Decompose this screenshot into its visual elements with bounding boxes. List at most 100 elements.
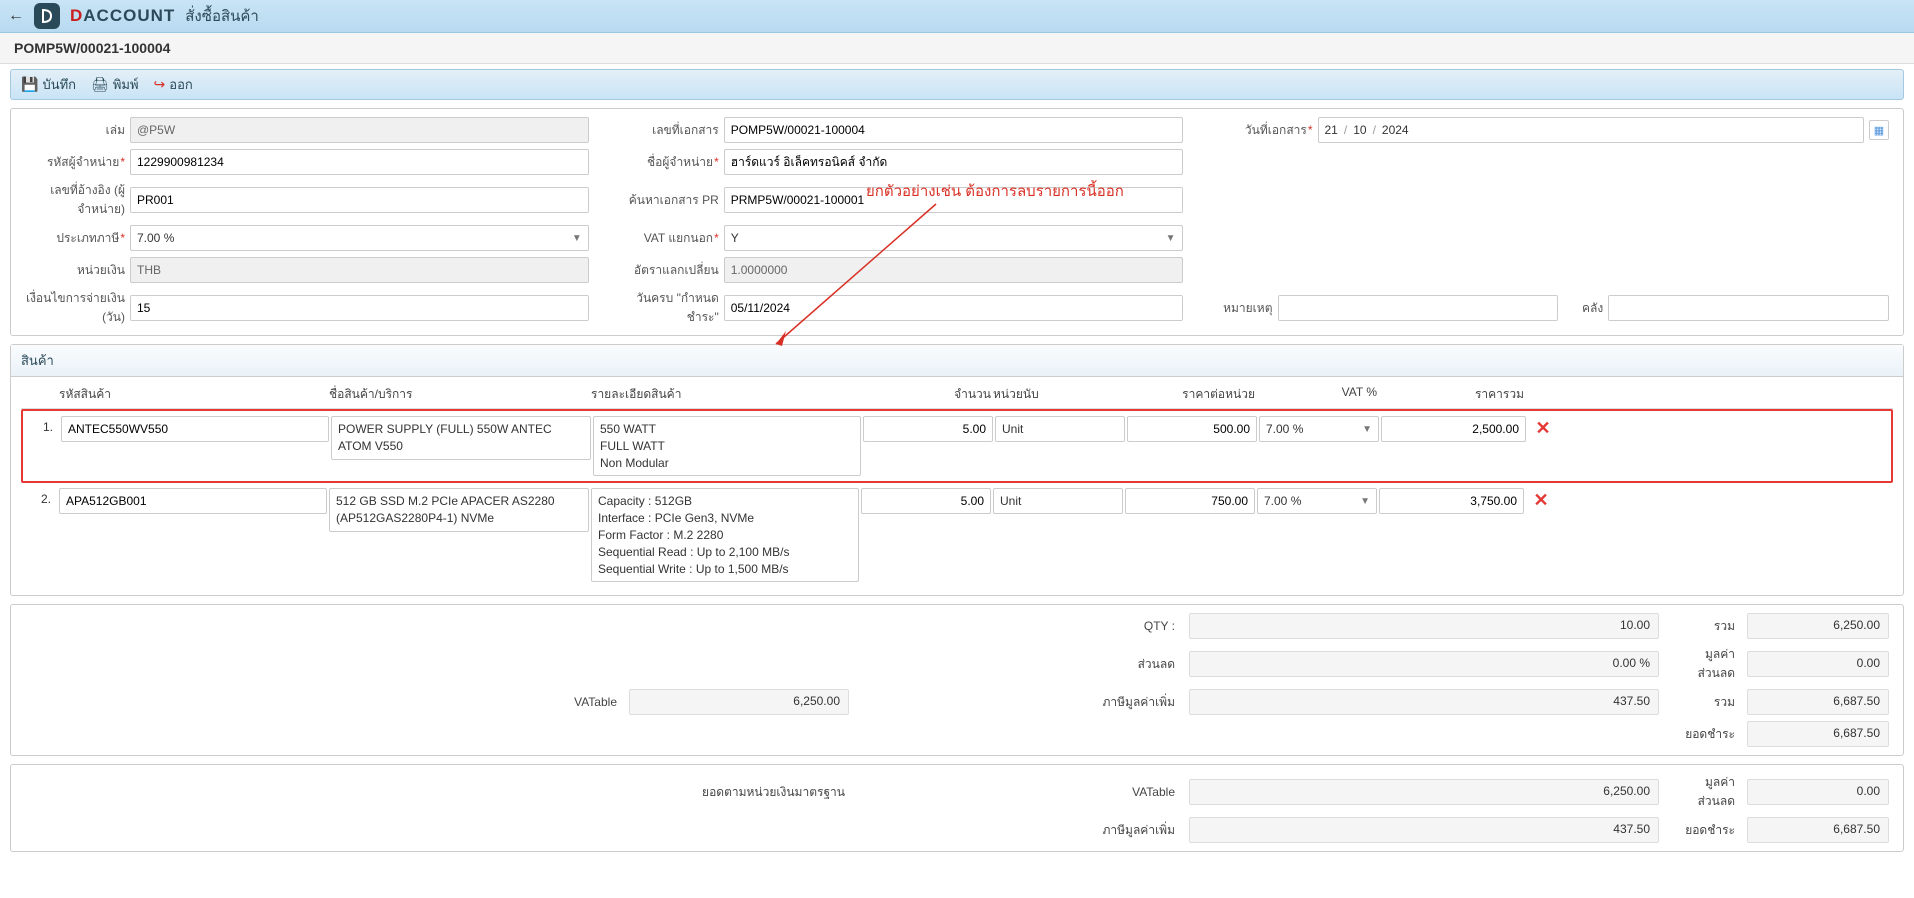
book-input <box>130 117 589 143</box>
item-vat-select[interactable]: 7.00 %▼ <box>1257 488 1377 514</box>
vatable2-value: 6,250.00 <box>1189 779 1659 805</box>
item-name[interactable]: POWER SUPPLY (FULL) 550W ANTEC ATOM V550 <box>331 416 591 460</box>
vendorcode-label: รหัสผู้จำหน่าย <box>25 153 125 172</box>
docdate-label: วันที่เอกสาร <box>1213 121 1313 140</box>
print-button[interactable]: 🖨 พิมพ์ <box>91 74 139 95</box>
due-input[interactable] <box>724 295 1183 321</box>
items-panel: สินค้า รหัสสินค้า ชื่อสินค้า/บริการ รายล… <box>10 344 1904 596</box>
totals-panel-2: ยอดตามหน่วยเงินมาตรฐาน VATable 6,250.00 … <box>10 764 1904 852</box>
app-logo-icon <box>34 3 60 29</box>
warehouse-label: คลัง <box>1563 299 1603 318</box>
document-id: POMP5W/00021-100004 <box>0 33 1914 64</box>
item-name[interactable]: 512 GB SSD M.2 PCIe APACER AS2280 (AP512… <box>329 488 589 532</box>
th-unitprice: ราคาต่อหน่วย <box>1125 385 1255 404</box>
currency-label: หน่วยเงิน <box>25 261 125 280</box>
items-section-title: สินค้า <box>11 345 1903 377</box>
form-panel: ยกตัวอย่างเช่น ต้องการลบรายการนี้ออก เล่… <box>10 108 1904 336</box>
discount-label: ส่วนลด <box>859 655 1179 674</box>
due2-label: ยอดชำระ <box>1669 821 1739 840</box>
page-title: สั่งซื้อสินค้า <box>185 4 259 28</box>
item-qty-input[interactable] <box>863 416 993 442</box>
print-icon: 🖨 <box>91 76 109 93</box>
vatout-label: VAT แยกนอก <box>619 229 719 248</box>
brand-name: DACCOUNT <box>70 6 175 26</box>
sum-value: 6,250.00 <box>1747 613 1889 639</box>
note-input[interactable] <box>1278 295 1559 321</box>
item-detail[interactable]: Capacity : 512GB Interface : PCIe Gen3, … <box>591 488 859 582</box>
pr-label: ค้นหาเอกสาร PR <box>619 191 719 210</box>
annotation-text: ยกตัวอย่างเช่น ต้องการลบรายการนี้ออก <box>866 179 1124 203</box>
item-row: 1. POWER SUPPLY (FULL) 550W ANTEC ATOM V… <box>21 409 1893 483</box>
discount-amt-label: มูลค่าส่วนลด <box>1669 645 1739 683</box>
vat2-label: ภาษีมูลค่าเพิ่ม <box>859 821 1179 840</box>
discount-value: 0.00 % <box>1189 651 1659 677</box>
app-header: ← DACCOUNT สั่งซื้อสินค้า <box>0 0 1914 33</box>
calendar-icon[interactable]: ▦ <box>1869 120 1889 140</box>
vatadd-label: ภาษีมูลค่าเพิ่ม <box>859 693 1179 712</box>
note-label: หมายเหตุ <box>1213 299 1273 318</box>
toolbar: 💾 บันทึก 🖨 พิมพ์ ↪ ออก <box>10 69 1904 100</box>
caret-down-icon: ▼ <box>1360 496 1370 507</box>
warehouse-input[interactable] <box>1608 295 1889 321</box>
item-qty-input[interactable] <box>861 488 991 514</box>
item-total-input[interactable] <box>1379 488 1524 514</box>
vendorname-input[interactable] <box>724 149 1183 175</box>
rate-label: อัตราแลกเปลี่ยน <box>619 261 719 280</box>
item-num: 2. <box>21 488 57 506</box>
back-icon[interactable]: ← <box>8 7 24 25</box>
taxtype-select[interactable]: 7.00 %▼ <box>130 225 589 251</box>
terms-input[interactable] <box>130 295 589 321</box>
vatadd-value: 437.50 <box>1189 689 1659 715</box>
item-row: 2. 512 GB SSD M.2 PCIe APACER AS2280 (AP… <box>21 483 1893 587</box>
vat2-value: 437.50 <box>1189 817 1659 843</box>
discamt2-label: มูลค่าส่วนลด <box>1669 773 1739 811</box>
th-vat: VAT % <box>1257 385 1377 404</box>
exit-icon: ↪ <box>154 76 166 93</box>
taxtype-label: ประเภทภาษี <box>25 229 125 248</box>
discamt2-value: 0.00 <box>1747 779 1889 805</box>
item-total-input[interactable] <box>1381 416 1526 442</box>
th-qty: จำนวน <box>861 385 991 404</box>
qty-value: 10.00 <box>1189 613 1659 639</box>
item-num: 1. <box>23 416 59 434</box>
vendorcode-input[interactable] <box>130 149 589 175</box>
terms-label: เงื่อนไขการจ่ายเงิน (วัน) <box>25 289 125 327</box>
qty-label: QTY : <box>859 619 1179 633</box>
th-total: ราคารวม <box>1379 385 1524 404</box>
vendorname-label: ชื่อผู้จำหน่าย <box>619 153 719 172</box>
item-code-input[interactable] <box>59 488 327 514</box>
th-unit: หน่วยนับ <box>993 385 1123 404</box>
item-detail[interactable]: 550 WATT FULL WATT Non Modular <box>593 416 861 476</box>
item-unit-select[interactable]: Unit <box>995 416 1125 442</box>
docno-input[interactable] <box>724 117 1183 143</box>
th-name: ชื่อสินค้า/บริการ <box>329 385 589 404</box>
item-unitprice-input[interactable] <box>1125 488 1255 514</box>
th-detail: รายละเอียดสินค้า <box>591 385 859 404</box>
sum2-label: รวม <box>1669 693 1739 712</box>
delete-row-button[interactable]: ✕ <box>1526 488 1556 511</box>
duepay-value: 6,687.50 <box>1747 721 1889 747</box>
item-unit-select[interactable]: Unit <box>993 488 1123 514</box>
currency-input <box>130 257 589 283</box>
due-label: วันครบ "กำหนดชำระ" <box>619 289 719 327</box>
sum2-value: 6,687.50 <box>1747 689 1889 715</box>
duepay-label: ยอดชำระ <box>1669 725 1739 744</box>
delete-row-button[interactable]: ✕ <box>1528 416 1558 439</box>
ref-label: เลขที่อ้างอิง (ผู้จำหน่าย) <box>25 181 125 219</box>
item-code-input[interactable] <box>61 416 329 442</box>
vatout-select[interactable]: Y▼ <box>724 225 1183 251</box>
caret-down-icon: ▼ <box>572 233 582 244</box>
exit-button[interactable]: ↪ ออก <box>154 74 193 95</box>
ref-input[interactable] <box>130 187 589 213</box>
th-code: รหัสสินค้า <box>59 385 327 404</box>
item-vat-select[interactable]: 7.00 %▼ <box>1259 416 1379 442</box>
discount-amt-value: 0.00 <box>1747 651 1889 677</box>
item-unitprice-input[interactable] <box>1127 416 1257 442</box>
docdate-input[interactable]: 21/10/2024 <box>1318 117 1865 143</box>
sum-label: รวม <box>1669 617 1739 636</box>
due2-value: 6,687.50 <box>1747 817 1889 843</box>
save-button[interactable]: 💾 บันทึก <box>21 74 76 95</box>
save-icon: 💾 <box>21 76 38 93</box>
rate-input <box>724 257 1183 283</box>
book-label: เล่ม <box>25 121 125 140</box>
